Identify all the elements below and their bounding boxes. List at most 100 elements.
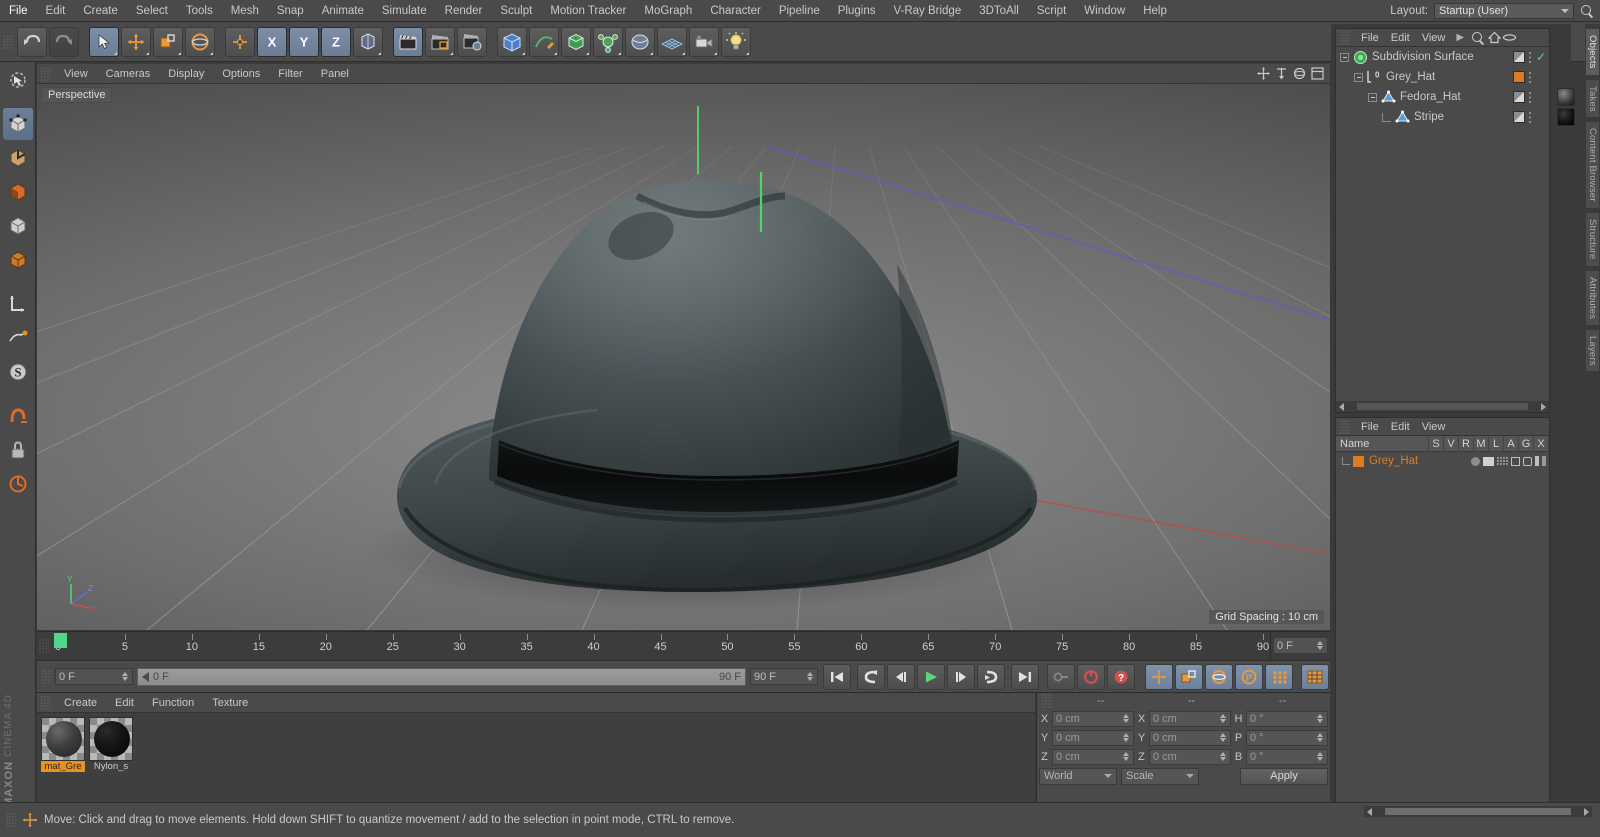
rotate-tool-button[interactable]	[185, 26, 215, 57]
layer-row[interactable]: Grey_Hat	[1336, 452, 1549, 470]
menu-item-mograph[interactable]: MoGraph	[635, 1, 701, 21]
viewport-menu-cameras[interactable]: Cameras	[97, 64, 160, 84]
menu-item-animate[interactable]: Animate	[313, 1, 373, 21]
menu-item-edit[interactable]: Edit	[37, 1, 75, 21]
rotate-view-icon[interactable]	[1293, 67, 1306, 80]
coord-field-size[interactable]: 0 cm	[1149, 748, 1231, 765]
spinner-icon[interactable]	[1317, 732, 1324, 744]
menu-item-sculpt[interactable]: Sculpt	[491, 1, 541, 21]
expander-icon[interactable]	[1368, 92, 1377, 102]
coordinates-gripper[interactable]	[1042, 694, 1052, 708]
spinner-icon[interactable]	[1317, 640, 1324, 652]
spinner-icon[interactable]	[1123, 732, 1130, 744]
vertical-tab-takes[interactable]: Takes	[1585, 78, 1600, 119]
status-gripper[interactable]	[6, 813, 16, 827]
redo-button[interactable]	[49, 26, 79, 57]
spinner-icon[interactable]	[1317, 713, 1324, 725]
coord-field-rotation[interactable]: 0 °	[1246, 729, 1328, 746]
render-view-button[interactable]	[393, 26, 423, 57]
undo-button[interactable]	[17, 26, 47, 57]
menu-item-mesh[interactable]: Mesh	[222, 1, 268, 21]
layer-column-name[interactable]: Name	[1336, 435, 1429, 452]
coord-field-rotation[interactable]: 0 °	[1246, 748, 1328, 765]
model-mode-tool[interactable]	[3, 210, 33, 242]
spinner-icon[interactable]	[1220, 732, 1227, 744]
range-start-handle-icon[interactable]	[142, 671, 149, 682]
menu-item-plugins[interactable]: Plugins	[829, 1, 885, 21]
record-active-objects-button[interactable]	[1047, 663, 1075, 690]
object-tree[interactable]: Subdivision Surface ✓ 0 Grey_Hat Fedora_Hat S…	[1336, 47, 1575, 400]
move-view-icon[interactable]	[1257, 67, 1270, 80]
maximize-view-icon[interactable]	[1311, 67, 1324, 80]
tool-axis-button[interactable]	[225, 26, 255, 57]
layer-rows[interactable]: Grey_Hat	[1336, 452, 1549, 470]
go-to-end-button[interactable]	[1011, 663, 1039, 690]
spline-generators-button[interactable]	[593, 26, 623, 57]
animation-icon[interactable]	[1535, 456, 1539, 466]
layer-column-m[interactable]: M	[1474, 435, 1489, 452]
coordinate-system-dropdown[interactable]: World	[1039, 767, 1117, 785]
material-menu-texture[interactable]: Texture	[203, 693, 257, 713]
visibility-dots-icon[interactable]	[1528, 91, 1532, 103]
menu-item-create[interactable]: Create	[74, 1, 127, 21]
workplane-tool[interactable]	[3, 322, 33, 354]
layer-menu-edit[interactable]: Edit	[1385, 418, 1416, 436]
layer-color-swatch[interactable]	[1353, 455, 1364, 467]
toolbar-gripper[interactable]	[3, 34, 13, 49]
scroll-track[interactable]	[1385, 808, 1571, 815]
viewport-menu-filter[interactable]: Filter	[269, 64, 311, 84]
layer-column-s[interactable]: S	[1429, 435, 1444, 452]
object-row[interactable]: Subdivision Surface ✓	[1336, 47, 1549, 67]
menu-item-render[interactable]: Render	[436, 1, 492, 21]
layer-menu-view[interactable]: View	[1416, 418, 1452, 436]
viewport-menu-options[interactable]: Options	[213, 64, 269, 84]
step-back-button[interactable]	[887, 663, 915, 690]
layer-column-a[interactable]: A	[1504, 435, 1519, 452]
world-object-coord-button[interactable]	[353, 26, 383, 57]
coord-field-position[interactable]: 0 cm	[1052, 710, 1134, 727]
spinner-icon[interactable]	[1317, 751, 1324, 763]
spinner-icon[interactable]	[1123, 751, 1130, 763]
visibility-dots-icon[interactable]	[1528, 111, 1532, 123]
coord-field-rotation[interactable]: 0 °	[1246, 710, 1328, 727]
scroll-track[interactable]	[1357, 403, 1528, 410]
menu-item-window[interactable]: Window	[1075, 1, 1134, 21]
vertical-tab-structure[interactable]: Structure	[1585, 212, 1600, 267]
coord-field-size[interactable]: 0 cm	[1149, 729, 1231, 746]
animation-range-bar[interactable]: 0 F 90 F	[137, 667, 746, 686]
lock-z-axis-button[interactable]: Z	[321, 26, 351, 57]
scroll-right-icon[interactable]	[1584, 807, 1589, 816]
menu-item-tools[interactable]: Tools	[177, 1, 222, 21]
material-tag-icon[interactable]	[1513, 51, 1525, 63]
material-thumbnail[interactable]	[41, 717, 85, 761]
vertical-tab-layers[interactable]: Layers	[1585, 328, 1600, 373]
autokeying-button[interactable]	[1077, 663, 1105, 690]
scale-tool-button[interactable]	[153, 26, 183, 57]
lock-icon[interactable]	[1523, 456, 1532, 466]
live-selection-tool[interactable]	[3, 64, 33, 96]
render-icon[interactable]	[1497, 456, 1508, 466]
transport-gripper[interactable]	[42, 669, 52, 684]
generator-icon[interactable]	[1542, 456, 1546, 466]
layer-menu-file[interactable]: File	[1355, 418, 1385, 436]
timeline-view-button[interactable]	[1301, 663, 1329, 690]
material-chip[interactable]: mat_Gre	[41, 717, 85, 772]
layer-column-g[interactable]: G	[1519, 435, 1534, 452]
layer-color-tag[interactable]	[1513, 71, 1525, 83]
add-spline-button[interactable]	[529, 26, 559, 57]
coord-field-size[interactable]: 0 cm	[1149, 710, 1231, 727]
viewport-gripper[interactable]	[41, 66, 51, 81]
lock-y-axis-button[interactable]: Y	[289, 26, 319, 57]
null-object-icon[interactable]: 0	[1366, 69, 1382, 85]
material-tag-icon[interactable]	[1513, 111, 1525, 123]
expander-icon[interactable]	[1354, 72, 1363, 82]
vertical-tab-content-browser[interactable]: Content Browser	[1585, 121, 1600, 210]
enable-snap-tool[interactable]	[3, 400, 33, 432]
render-region-button[interactable]	[425, 26, 455, 57]
scroll-left-icon[interactable]	[1367, 807, 1372, 816]
object-menu-file[interactable]: File	[1355, 29, 1385, 47]
menu-item-pipeline[interactable]: Pipeline	[770, 1, 829, 21]
coord-field-position[interactable]: 0 cm	[1052, 729, 1134, 746]
object-mode-tool[interactable]	[3, 244, 33, 276]
home-icon[interactable]	[1488, 31, 1502, 44]
